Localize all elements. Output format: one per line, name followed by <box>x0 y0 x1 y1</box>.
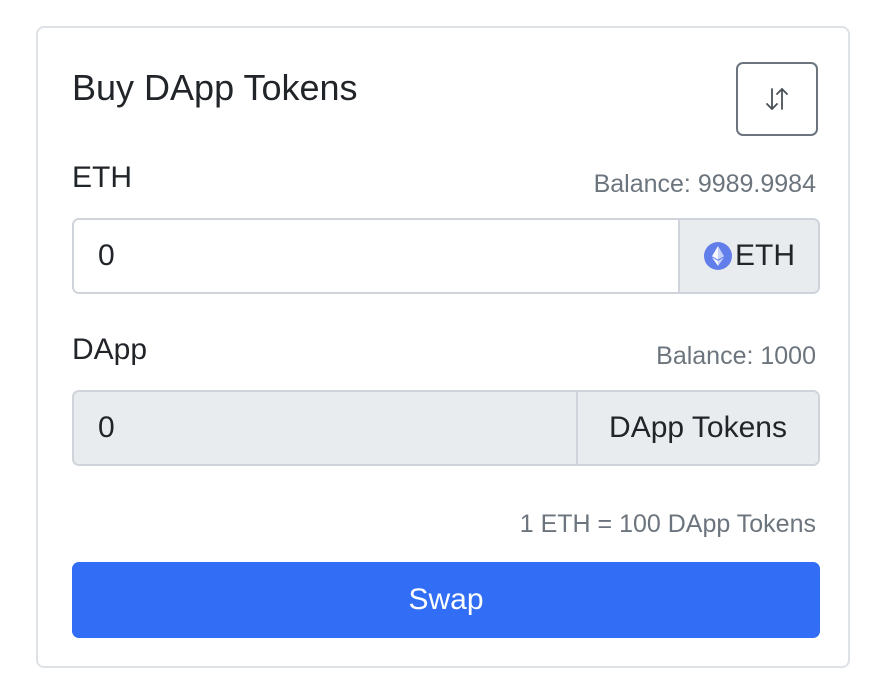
eth-amount-input[interactable] <box>74 220 678 292</box>
dapp-addon-label: DApp Tokens <box>609 411 787 444</box>
input-token-label: ETH <box>72 161 132 194</box>
output-token-label: DApp <box>72 333 148 366</box>
eth-addon-label: ETH <box>735 239 795 272</box>
swap-card: Buy DApp Tokens ETH Balance: 9989.9984 0… <box>36 26 850 668</box>
swap-button[interactable]: Swap <box>72 562 820 638</box>
exchange-rate-text: 1 ETH = 100 DApp Tokens <box>519 510 816 538</box>
dapp-amount-input[interactable] <box>74 392 576 464</box>
swap-direction-button[interactable] <box>736 62 818 136</box>
eth-addon: ETH <box>678 220 818 292</box>
output-token-group: DApp Tokens <box>72 390 820 466</box>
ethereum-logo-icon <box>703 241 733 271</box>
card-title: Buy DApp Tokens <box>72 67 358 108</box>
output-token-balance: Balance: 1000 <box>656 342 816 370</box>
input-token-balance: Balance: 9989.9984 <box>593 170 816 198</box>
swap-vertical-arrows-icon <box>761 85 793 113</box>
dapp-addon: DApp Tokens <box>576 392 818 464</box>
input-token-group: ETH <box>72 218 820 294</box>
